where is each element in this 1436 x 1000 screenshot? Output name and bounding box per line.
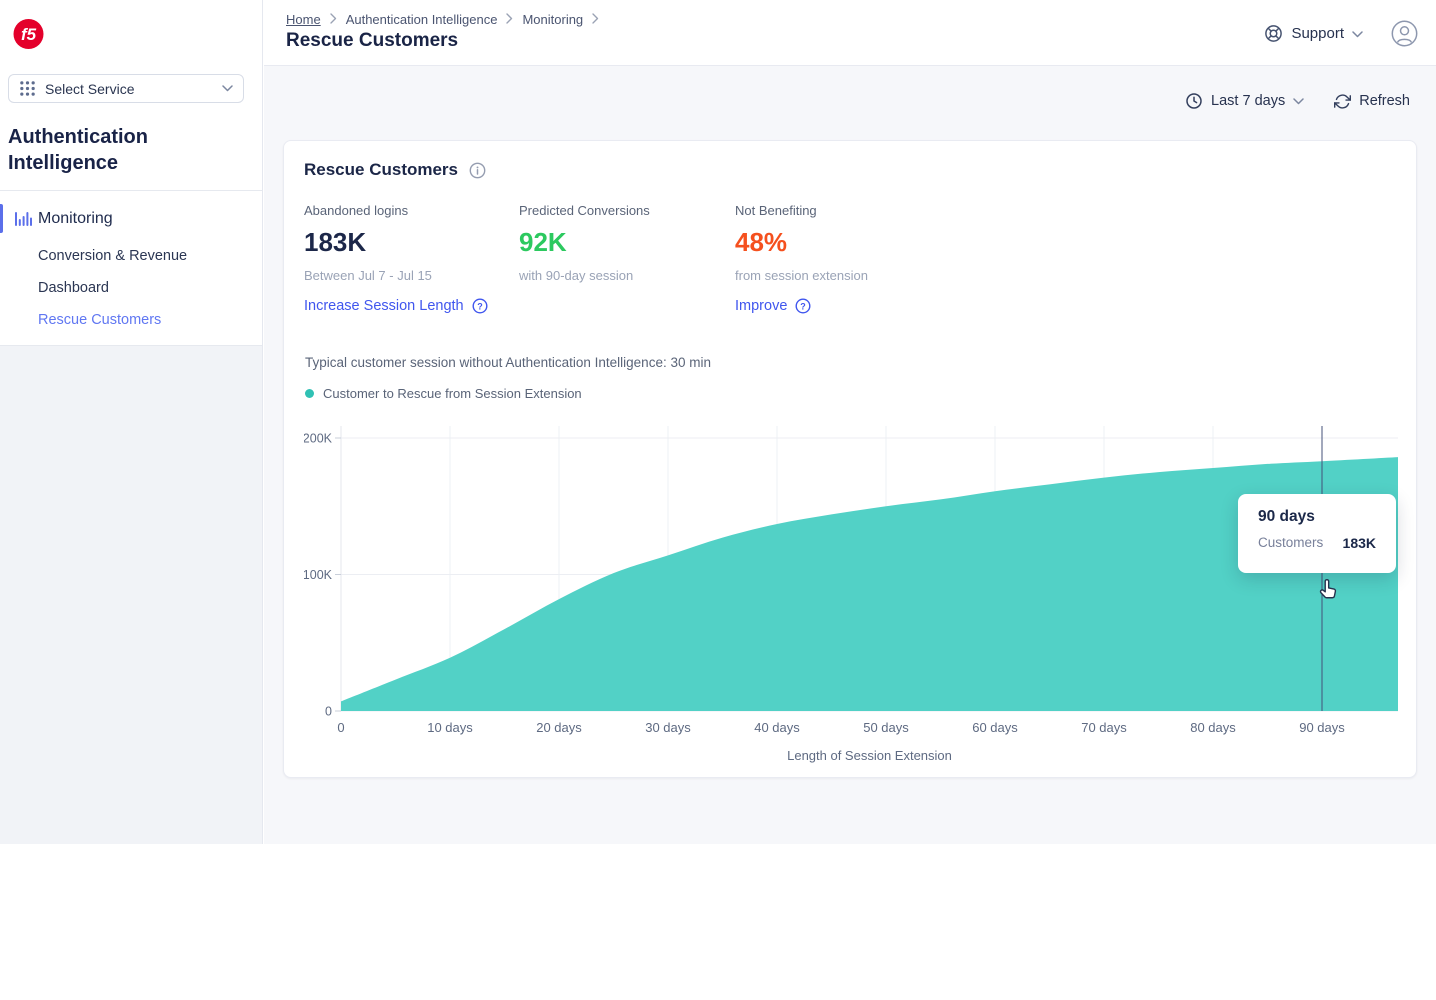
bar-chart-icon	[14, 210, 32, 233]
breadcrumb-auth-intelligence[interactable]: Authentication Intelligence	[346, 12, 498, 27]
refresh-label: Refresh	[1359, 93, 1410, 109]
chevron-right-icon	[592, 12, 599, 27]
chevron-down-icon	[1352, 25, 1363, 42]
card-title: Rescue Customers	[304, 160, 458, 180]
breadcrumb-home[interactable]: Home	[286, 12, 321, 27]
breadcrumb: Home Authentication Intelligence Monitor…	[286, 12, 599, 27]
f5-logo[interactable]: f5	[13, 15, 45, 58]
svg-text:0: 0	[325, 705, 332, 719]
metric-label: Not Benefiting	[735, 203, 951, 218]
tooltip-value: 183K	[1343, 535, 1376, 551]
main-content: Home Authentication Intelligence Monitor…	[264, 0, 1436, 844]
apps-grid-icon	[19, 80, 36, 97]
refresh-icon	[1334, 93, 1351, 110]
svg-text:100K: 100K	[304, 568, 333, 582]
svg-text:?: ?	[801, 301, 807, 311]
chevron-right-icon	[506, 12, 513, 27]
sidebar-section-monitoring[interactable]: Monitoring	[0, 203, 262, 234]
clock-icon	[1185, 92, 1203, 110]
time-range-label: Last 7 days	[1211, 93, 1285, 109]
metrics-row: Abandoned logins 183K Between Jul 7 - Ju…	[304, 203, 951, 314]
metric-abandoned-logins: Abandoned logins 183K Between Jul 7 - Ju…	[304, 203, 519, 314]
metric-value-1: 92K	[519, 227, 735, 258]
svg-text:80 days: 80 days	[1190, 720, 1236, 735]
info-icon[interactable]	[469, 162, 486, 179]
increase-session-length-link[interactable]: Increase Session Length ?	[304, 298, 519, 314]
link-label: Increase Session Length	[304, 298, 464, 314]
svg-text:10 days: 10 days	[427, 720, 473, 735]
svg-text:30 days: 30 days	[645, 720, 691, 735]
sidebar: f5 Select Service Authentication Intelli…	[0, 0, 263, 844]
page-title: Rescue Customers	[286, 30, 458, 52]
chart-legend[interactable]: Customer to Rescue from Session Extensio…	[305, 386, 582, 401]
active-section-accent	[0, 204, 3, 233]
legend-label: Customer to Rescue from Session Extensio…	[323, 386, 582, 401]
metric-label: Abandoned logins	[304, 203, 519, 218]
svg-text:f5: f5	[21, 25, 37, 44]
chevron-right-icon	[330, 12, 337, 27]
sidebar-section-label: Monitoring	[38, 210, 113, 228]
metric-value-0: 183K	[304, 227, 519, 258]
header-actions: Support	[1264, 0, 1418, 66]
tooltip-label: Customers	[1258, 535, 1323, 551]
legend-dot-icon	[305, 389, 314, 398]
tooltip-title: 90 days	[1258, 508, 1376, 526]
svg-text:50 days: 50 days	[863, 720, 909, 735]
svg-text:200K: 200K	[304, 432, 333, 446]
support-label: Support	[1291, 25, 1344, 42]
sidebar-divider	[0, 190, 262, 191]
svg-text:?: ?	[477, 301, 483, 311]
sidebar-item-conversion-revenue[interactable]: Conversion & Revenue	[0, 240, 262, 272]
link-label: Improve	[735, 298, 787, 314]
sidebar-background	[0, 346, 262, 844]
svg-text:90 days: 90 days	[1299, 720, 1345, 735]
sidebar-divider	[0, 345, 262, 346]
svg-text:40 days: 40 days	[754, 720, 800, 735]
chevron-down-icon	[1293, 93, 1304, 109]
refresh-button[interactable]: Refresh	[1334, 93, 1410, 110]
svg-text:Length of Session Extension: Length of Session Extension	[787, 748, 952, 763]
select-service-dropdown[interactable]: Select Service	[8, 74, 244, 103]
sidebar-nav: Conversion & Revenue Dashboard Rescue Cu…	[0, 240, 262, 336]
svg-text:0: 0	[337, 720, 344, 735]
svg-text:70 days: 70 days	[1081, 720, 1127, 735]
svg-text:60 days: 60 days	[972, 720, 1018, 735]
metric-not-benefiting: Not Benefiting 48% from session extensio…	[735, 203, 951, 314]
area-chart[interactable]: 0 10 days 20 days 30 days 40 days 50 days 60 d…	[304, 424, 1398, 769]
metric-value-2: 48%	[735, 227, 951, 258]
time-range-dropdown[interactable]: Last 7 days	[1185, 92, 1304, 110]
svg-text:20 days: 20 days	[536, 720, 582, 735]
chart-canvas[interactable]: 0 10 days 20 days 30 days 40 days 50 days 60 d…	[304, 424, 1398, 769]
sidebar-item-rescue-customers[interactable]: Rescue Customers	[0, 304, 262, 336]
question-icon[interactable]: ?	[472, 298, 488, 314]
question-icon[interactable]: ?	[795, 298, 811, 314]
support-menu[interactable]: Support	[1264, 24, 1363, 43]
sidebar-item-dashboard[interactable]: Dashboard	[0, 272, 262, 304]
metric-label: Predicted Conversions	[519, 203, 735, 218]
breadcrumb-monitoring[interactable]: Monitoring	[522, 12, 583, 27]
metric-note: Between Jul 7 - Jul 15	[304, 268, 519, 283]
lifebuoy-icon	[1264, 24, 1283, 43]
metric-predicted-conversions: Predicted Conversions 92K with 90-day se…	[519, 203, 735, 314]
rescue-customers-card: Rescue Customers Abandoned logins 183K B…	[283, 140, 1417, 778]
session-note: Typical customer session without Authent…	[305, 355, 711, 370]
toolbar: Last 7 days Refresh	[1185, 92, 1410, 110]
pointer-cursor-icon	[1316, 576, 1342, 608]
metric-note: with 90-day session	[519, 268, 735, 283]
improve-link[interactable]: Improve ?	[735, 298, 951, 314]
main-header: Home Authentication Intelligence Monitor…	[264, 0, 1436, 66]
metric-note: from session extension	[735, 268, 951, 283]
chart-tooltip: 90 days Customers 183K	[1238, 494, 1396, 573]
product-title: Authentication Intelligence	[8, 124, 238, 176]
user-avatar-icon[interactable]	[1391, 20, 1418, 47]
app-window: f5 Select Service Authentication Intelli…	[0, 0, 1436, 844]
chevron-down-icon	[222, 85, 233, 92]
select-service-label: Select Service	[45, 81, 134, 97]
